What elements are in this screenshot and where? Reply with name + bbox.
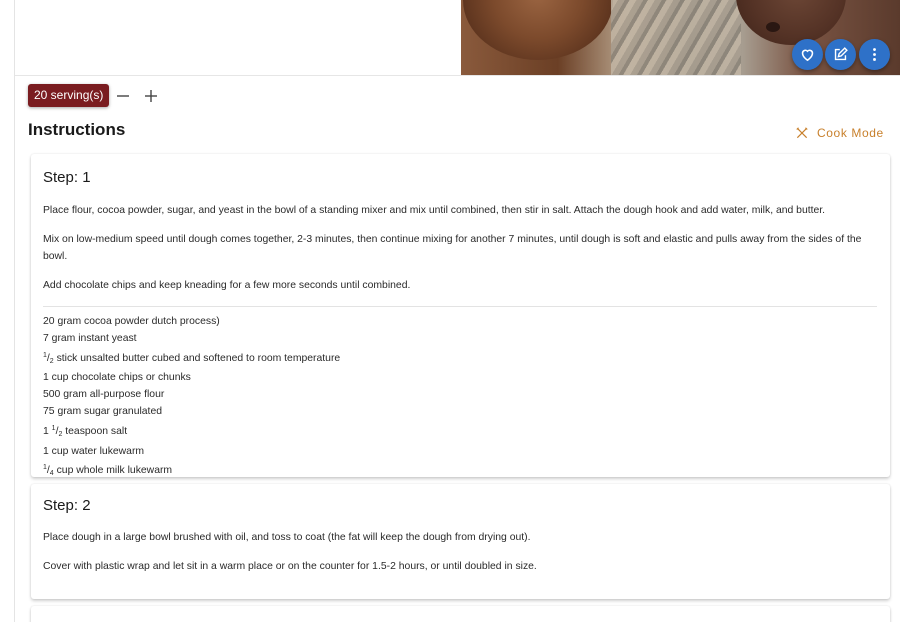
- edit-button[interactable]: [825, 39, 856, 70]
- ingredient-item: 1 cup chocolate chips or chunks: [43, 372, 191, 384]
- step-paragraph: Place flour, cocoa powder, sugar, and ye…: [43, 205, 826, 216]
- step-paragraph: Add chocolate chips and keep kneading fo…: [43, 280, 411, 291]
- step-title: Step: 2: [43, 497, 91, 514]
- step-card-2: Step: 2 Place dough in a large bowl brus…: [31, 484, 890, 599]
- heart-outline-icon: [801, 49, 814, 62]
- increase-servings-button[interactable]: [141, 86, 161, 106]
- favorite-button[interactable]: [792, 39, 823, 70]
- ingredient-item: 1 1/2 teaspoon salt: [43, 424, 128, 438]
- ingredient-item: 500 gram all-purpose flour: [43, 389, 165, 401]
- step-paragraph: Cover with plastic wrap and let sit in a…: [43, 561, 537, 572]
- ingredient-item: 7 gram instant yeast: [43, 332, 137, 344]
- step-title: Step: 1: [43, 169, 91, 186]
- step-paragraph: Place dough in a large bowl brushed with…: [43, 532, 531, 543]
- servings-chip[interactable]: 20 serving(s): [28, 84, 110, 107]
- step-card-1: Step: 1 Place flour, cocoa powder, sugar…: [31, 154, 890, 477]
- more-options-button[interactable]: [859, 39, 890, 70]
- utensils-crossed-icon: [796, 127, 808, 139]
- divider: [43, 306, 877, 307]
- ingredient-item: 1/2 stick unsalted butter cubed and soft…: [43, 351, 341, 365]
- cook-mode-label: Cook Mode: [817, 126, 884, 140]
- ingredient-item: 75 gram sugar granulated: [43, 405, 163, 417]
- more-vertical-icon: [873, 48, 876, 61]
- plus-icon: [145, 90, 157, 102]
- step-paragraph: Mix on low-medium speed until dough come…: [43, 234, 862, 262]
- ingredient-item: 1/4 cup whole milk lukewarm: [43, 464, 173, 478]
- ingredient-item: 1 cup water lukewarm: [43, 445, 145, 457]
- ingredient-list: 20 gram cocoa powder dutch process) 7 gr…: [43, 314, 340, 483]
- step-card-3: [31, 606, 890, 622]
- recipe-header: [15, 0, 900, 76]
- instructions-heading: Instructions: [28, 120, 126, 139]
- ingredient-item: 20 gram cocoa powder dutch process): [43, 316, 220, 327]
- decrease-servings-button[interactable]: [113, 86, 133, 106]
- cook-mode-button[interactable]: Cook Mode: [795, 124, 884, 142]
- minus-icon: [117, 95, 129, 97]
- recipe-page: 20 serving(s) Instructions Cook Mode Ste…: [14, 0, 900, 622]
- edit-icon: [834, 47, 848, 61]
